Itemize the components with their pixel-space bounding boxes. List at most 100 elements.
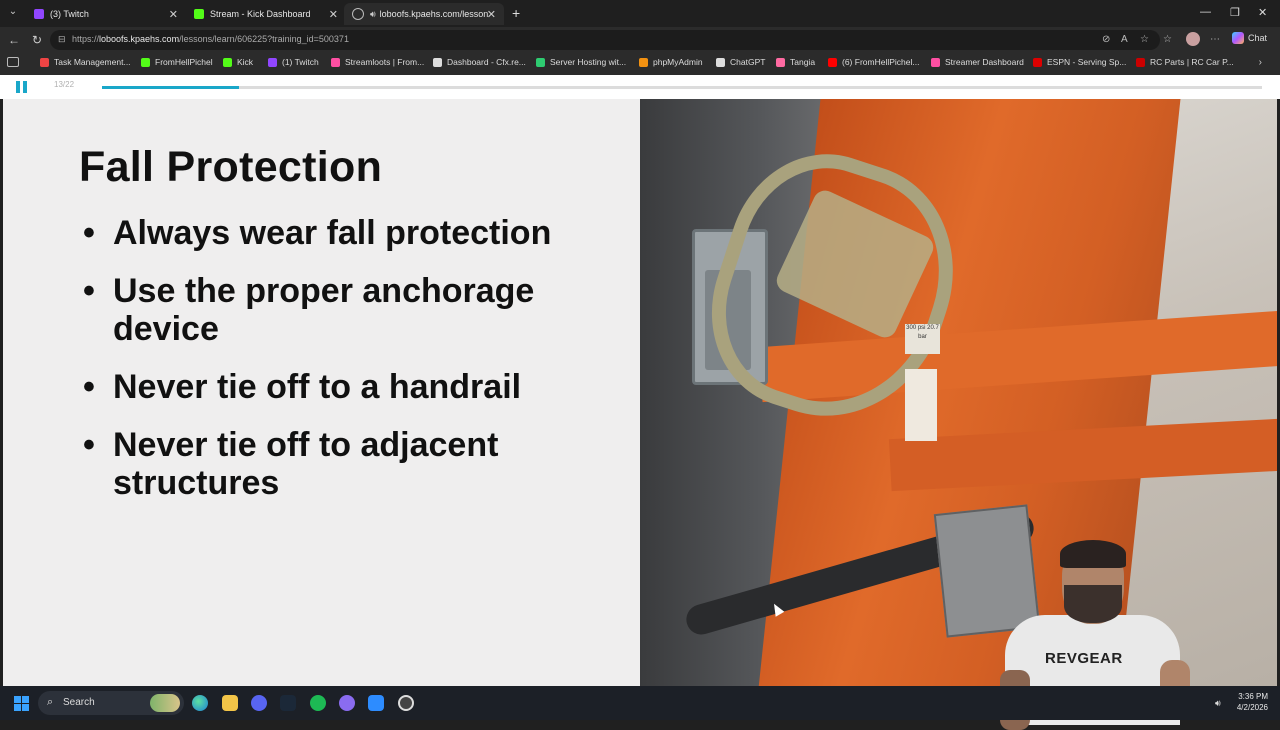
bookmark-icon bbox=[828, 57, 837, 67]
app-icon[interactable] bbox=[368, 695, 384, 711]
lesson-player-bar: 13/22 bbox=[0, 75, 1280, 99]
tab-actions-icon[interactable]: ⌄ bbox=[6, 6, 20, 20]
taskbar: ⌕ Search 🔊︎ 3:36 PM 4/2/2026 bbox=[0, 686, 1280, 720]
bookmark-icon bbox=[716, 57, 725, 67]
bookmark-icon bbox=[639, 57, 648, 67]
slide-photo: 300 psi 20.7 bar bbox=[640, 99, 1277, 686]
restore-icon[interactable]: ❐ bbox=[1230, 6, 1240, 19]
tab-twitch[interactable]: (3) Twitch ✕ bbox=[26, 3, 186, 25]
bookmark-icon bbox=[40, 57, 49, 67]
pause-icon bbox=[23, 81, 27, 93]
bookmark-icon bbox=[223, 57, 232, 67]
bookmark-icon bbox=[268, 57, 277, 67]
edge-icon[interactable] bbox=[192, 695, 208, 711]
system-clock[interactable]: 3:36 PM 4/2/2026 bbox=[1232, 691, 1268, 713]
slide-text-panel: Fall Protection Always wear fall protect… bbox=[3, 99, 640, 686]
profile-avatar[interactable] bbox=[1186, 32, 1200, 46]
minimize-icon[interactable]: — bbox=[1200, 6, 1211, 18]
tracking-icon[interactable]: ⊘ bbox=[1102, 34, 1110, 45]
taskbar-search[interactable]: ⌕ Search bbox=[38, 691, 184, 715]
bookmark-item[interactable]: Streamloots | From... bbox=[331, 57, 424, 67]
warning-sticker bbox=[905, 369, 937, 441]
tab-label: (3) Twitch bbox=[50, 9, 89, 19]
app-icon[interactable] bbox=[339, 695, 355, 711]
bookmark-item[interactable]: Server Hosting wit... bbox=[536, 57, 626, 67]
bookmark-icon bbox=[331, 57, 340, 67]
twitch-icon bbox=[34, 9, 44, 19]
refresh-icon[interactable]: ↻ bbox=[32, 33, 42, 47]
site-info-icon[interactable]: ⊟ bbox=[58, 34, 66, 45]
volume-icon[interactable]: 🔊︎ bbox=[1215, 698, 1221, 709]
chat-label: Chat bbox=[1248, 33, 1268, 43]
bullet-item: Always wear fall protection bbox=[83, 214, 623, 252]
obs-icon[interactable] bbox=[398, 695, 414, 711]
bookmark-item[interactable]: ChatGPT bbox=[716, 57, 765, 67]
search-label: Search bbox=[63, 697, 95, 708]
bookmark-item[interactable]: Tangia bbox=[776, 57, 815, 67]
person-hair bbox=[1060, 540, 1126, 568]
file-explorer-icon[interactable] bbox=[222, 695, 238, 711]
pressure-sticker: 300 psi 20.7 bar bbox=[905, 324, 940, 354]
clock-time: 3:36 PM bbox=[1238, 692, 1268, 701]
bookmark-item[interactable]: FromHellPichel bbox=[141, 57, 213, 67]
bookmark-item[interactable]: RC Parts | RC Car P... bbox=[1136, 57, 1234, 67]
shirt-logo: REVGEAR bbox=[1045, 650, 1123, 667]
steam-icon[interactable] bbox=[280, 695, 296, 711]
bookmark-item[interactable]: (1) Twitch bbox=[268, 57, 319, 67]
tab-strip: ⌄ (3) Twitch ✕ Stream - Kick Dashboard ✕… bbox=[0, 0, 1280, 27]
windows-start-icon[interactable] bbox=[14, 696, 29, 711]
spotify-icon[interactable] bbox=[310, 695, 326, 711]
new-tab-button[interactable]: + bbox=[512, 5, 520, 21]
bookmark-icon bbox=[141, 57, 150, 67]
search-highlight-icon bbox=[150, 694, 180, 712]
tab-label: loboofs.kpaehs.com/lessons/l bbox=[379, 9, 488, 19]
pause-button[interactable] bbox=[16, 81, 27, 93]
bookmark-icon bbox=[1136, 57, 1145, 67]
tab-lesson[interactable]: 🔊︎ loboofs.kpaehs.com/lessons/l ✕ bbox=[344, 3, 504, 25]
address-row: ← ↻ ⊟ https://loboofs.kpaehs.com/lessons… bbox=[0, 27, 1280, 53]
bullet-item: Use the proper anchorage device bbox=[83, 272, 623, 348]
bookmark-item[interactable]: Task Management... bbox=[40, 57, 131, 67]
progress-fill bbox=[102, 86, 239, 89]
bookmark-item[interactable]: phpMyAdmin bbox=[639, 57, 703, 67]
bullet-list: Always wear fall protection Use the prop… bbox=[83, 214, 623, 522]
bookmark-icon bbox=[536, 57, 545, 67]
bookmark-item[interactable]: Streamer Dashboard bbox=[931, 57, 1024, 67]
globe-icon bbox=[352, 8, 364, 20]
sidebar-toggle-icon[interactable] bbox=[7, 57, 19, 67]
bullet-item: Never tie off to adjacent structures bbox=[83, 426, 623, 502]
copilot-icon bbox=[1232, 32, 1244, 44]
chevron-right-icon[interactable]: › bbox=[1259, 57, 1262, 68]
url-text: https://loboofs.kpaehs.com/lessons/learn… bbox=[72, 34, 349, 44]
tab-kick-dashboard[interactable]: Stream - Kick Dashboard ✕ bbox=[186, 3, 346, 25]
close-icon[interactable]: ✕ bbox=[487, 8, 496, 21]
read-aloud-icon[interactable]: A bbox=[1121, 34, 1128, 45]
copilot-chat-button[interactable]: Chat bbox=[1232, 32, 1267, 44]
address-bar[interactable]: ⊟ https://loboofs.kpaehs.com/lessons/lea… bbox=[50, 30, 1160, 50]
more-menu-icon[interactable]: ⋯ bbox=[1210, 34, 1220, 45]
back-icon[interactable]: ← bbox=[8, 33, 20, 47]
bookmarks-bar: Task Management... FromHellPichel Kick (… bbox=[0, 53, 1280, 75]
bookmark-item[interactable]: Dashboard - Cfx.re... bbox=[433, 57, 526, 67]
tab-label: Stream - Kick Dashboard bbox=[210, 9, 311, 19]
bookmark-item[interactable]: Kick bbox=[223, 57, 253, 67]
bookmark-icon bbox=[433, 57, 442, 67]
slide-title: Fall Protection bbox=[79, 143, 383, 191]
kick-icon bbox=[194, 9, 204, 19]
close-window-icon[interactable]: ✕ bbox=[1258, 6, 1267, 19]
bookmark-item[interactable]: (6) FromHellPichel... bbox=[828, 57, 919, 67]
person-beard bbox=[1064, 585, 1122, 623]
bookmark-icon bbox=[931, 57, 940, 67]
favorites-icon[interactable]: ☆ bbox=[1163, 34, 1172, 45]
slide-counter: 13/22 bbox=[54, 80, 75, 89]
bookmark-icon bbox=[776, 57, 785, 67]
discord-icon[interactable] bbox=[251, 695, 267, 711]
progress-bar[interactable] bbox=[102, 86, 1262, 89]
speaker-icon[interactable]: 🔊︎ bbox=[370, 9, 376, 20]
close-icon[interactable]: ✕ bbox=[169, 8, 178, 21]
search-icon: ⌕ bbox=[47, 696, 54, 708]
close-icon[interactable]: ✕ bbox=[329, 8, 338, 21]
bookmark-item[interactable]: ESPN - Serving Sp... bbox=[1033, 57, 1126, 67]
favorite-star-icon[interactable]: ☆ bbox=[1140, 34, 1149, 45]
clock-date: 4/2/2026 bbox=[1236, 703, 1268, 712]
